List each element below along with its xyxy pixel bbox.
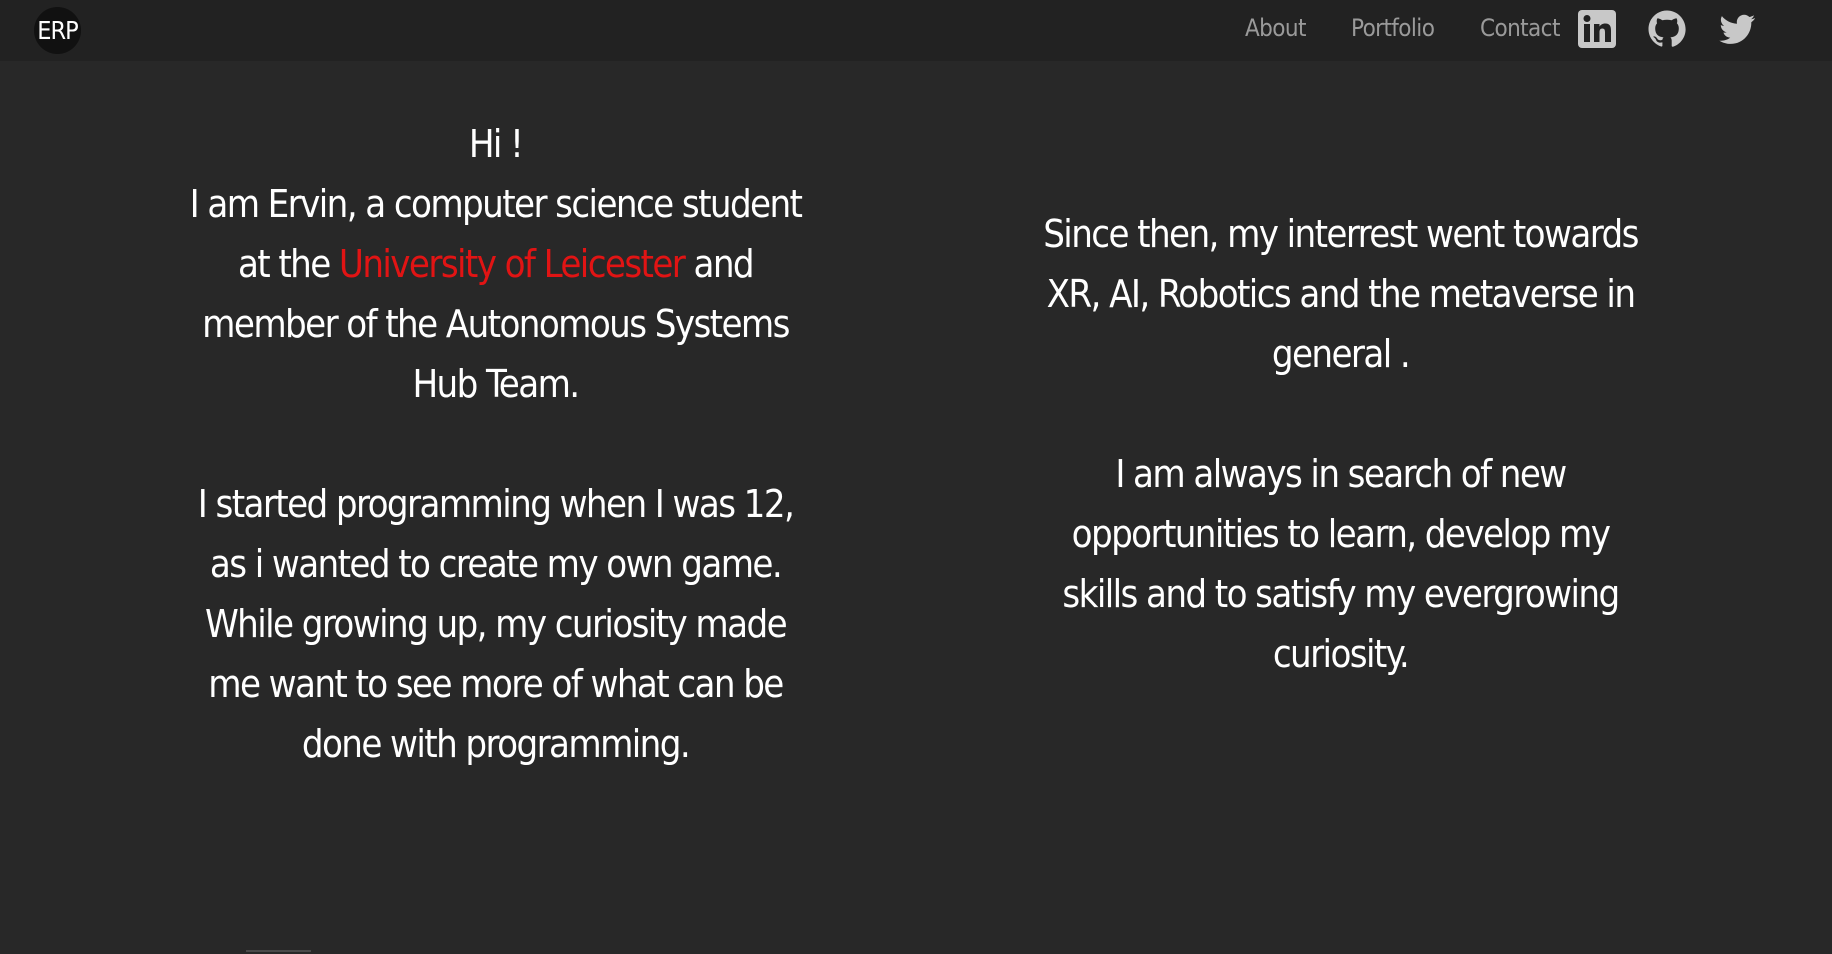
- search-line-3: skills and to satisfy my evergrowing: [1062, 572, 1620, 616]
- github-icon[interactable]: [1647, 9, 1687, 49]
- interests-column: Since then, my interrest went towards XR…: [1025, 204, 1656, 684]
- interest-line-3: general .: [1271, 332, 1411, 376]
- twitter-icon[interactable]: [1717, 9, 1757, 49]
- search-line-4: curiosity.: [1272, 632, 1410, 676]
- divider: [246, 950, 311, 952]
- search-line-2: opportunities to learn, develop my: [1071, 512, 1611, 556]
- nav-link-contact[interactable]: Contact: [1480, 14, 1560, 42]
- intro-column: Hi ! I am Ervin, a computer science stud…: [180, 114, 811, 774]
- search-line-1: I am always in search of new: [1115, 452, 1567, 496]
- story-line-2: as i wanted to create my own game.: [209, 542, 783, 586]
- nav-link-about[interactable]: About: [1245, 14, 1306, 42]
- university-link[interactable]: University of Leicester: [339, 242, 686, 286]
- intro-line-1: I am Ervin, a computer science student: [189, 182, 803, 226]
- story-line-5: done with programming.: [301, 722, 691, 766]
- linkedin-icon[interactable]: [1577, 9, 1617, 49]
- intro-line-3: member of the Autonomous Systems: [202, 302, 790, 346]
- interest-line-1: Since then, my interrest went towards: [1043, 212, 1639, 256]
- logo[interactable]: ERP: [34, 7, 81, 54]
- greeting: Hi !: [468, 122, 524, 166]
- intro-line-4: Hub Team.: [412, 362, 580, 406]
- nav-link-portfolio[interactable]: Portfolio: [1351, 14, 1435, 42]
- story-line-1: I started programming when I was 12,: [197, 482, 795, 526]
- intro-line-2-prefix: at the: [237, 242, 339, 286]
- story-line-4: me want to see more of what can be: [208, 662, 784, 706]
- story-line-3: While growing up, my curiosity made: [204, 602, 788, 646]
- interest-line-2: XR, AI, Robotics and the metaverse in: [1046, 272, 1636, 316]
- intro-line-2-suffix: and: [684, 242, 755, 286]
- intro-line-2: at the University of Leicester and: [180, 234, 811, 294]
- navbar: ERP About Portfolio Contact: [0, 0, 1832, 61]
